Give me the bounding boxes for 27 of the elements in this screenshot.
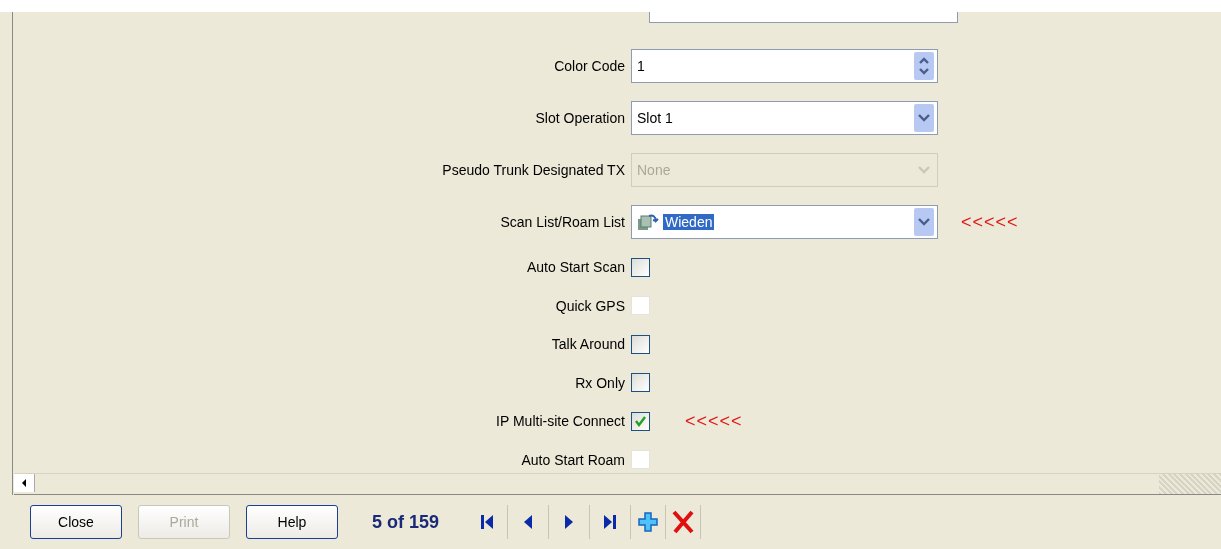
field-label: Pseudo Trunk Designated TX [441,162,626,178]
footer-button[interactable]: Help [246,505,338,539]
annotation-arrows: <<<<< [961,211,1019,233]
scrollbar-corner [1159,474,1221,494]
field-label: Auto Start Roam [520,451,626,468]
dropdown[interactable]: Wieden [631,205,938,239]
dropdown[interactable]: Slot 1 [631,101,938,135]
field-label: IP Multi-site Connect [495,413,626,430]
checkbox[interactable] [631,411,650,431]
list-icon [637,212,659,232]
number-spinner[interactable]: 1 [631,49,938,83]
input-field[interactable] [649,12,958,23]
checkbox[interactable] [631,334,650,354]
footer-button[interactable]: Close [30,505,122,539]
checkbox[interactable] [631,373,650,393]
field-label: Slot Operation [534,110,626,126]
field-label: Color Code [553,58,626,74]
field-label: Scan List/Roam List [499,214,626,230]
field-label: Rx Only [574,374,626,391]
field-label: Auto Start Scan [525,259,626,276]
scroll-left-icon[interactable] [14,474,35,492]
checkbox[interactable] [631,257,650,277]
field-label: Talk Around [550,336,626,353]
annotation-arrows: <<<<< [685,410,743,432]
record-counter: 5 of 159 [372,511,440,533]
field-label: Quick GPS [554,297,626,314]
spinner-arrows-icon[interactable] [914,52,934,80]
